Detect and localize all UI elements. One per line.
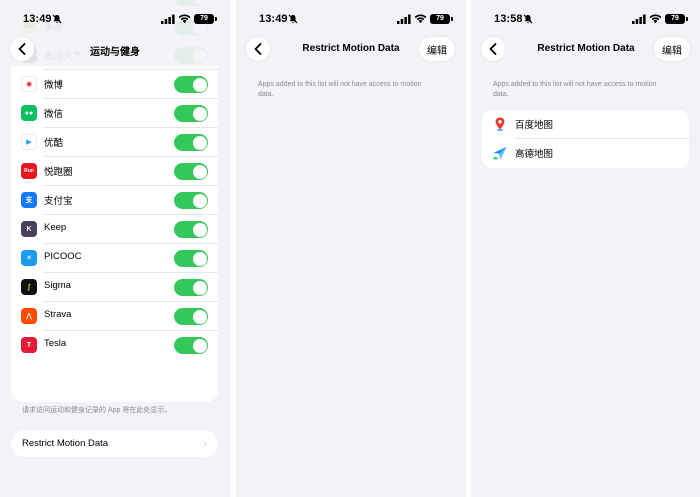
chevron-left-icon [254,43,262,55]
motion-access-toggle[interactable] [174,221,208,238]
strava-icon: ⋀ [21,308,37,324]
bell-muted-icon [523,14,533,24]
bell-muted-icon [288,14,298,24]
list-footnote: 请求访问运动和健身记录的 App 将在此处显示。 [22,407,172,414]
app-name: Tesla [44,338,67,349]
yuepaoquan-icon: Run [21,163,37,179]
motion-access-toggle[interactable] [174,192,208,209]
app-name: 微信 [44,109,64,120]
edit-button[interactable]: 编辑 [419,37,455,61]
restricted-app-list: 百度地图 高德地图 [482,110,689,168]
restrict-description: Apps added to this list will not have ac… [493,81,657,98]
motion-access-toggle[interactable] [174,337,208,354]
weibo-icon: ◉ [21,76,37,92]
app-name: Keep [44,222,67,233]
motion-access-toggle[interactable] [174,76,208,93]
motion-access-toggle[interactable] [174,308,208,325]
chevron-right-icon: › [203,438,207,449]
wifi-icon [649,14,662,24]
list-item: ▶ 优酷 [11,128,218,157]
list-item: T Tesla [11,331,218,360]
battery-tip [451,17,453,21]
status-bar: 13:49 79 [0,0,230,40]
list-item: ✕ PICOOC [11,244,218,273]
app-name: PICOOC [44,251,82,262]
app-name: 支付宝 [44,196,73,207]
page-title: Restrict Motion Data [537,43,635,54]
back-button[interactable] [481,37,505,61]
battery-tip [215,17,217,21]
cellular-signal-icon [161,14,175,24]
restrict-motion-list-screen: 13:58 79 Restrict Motion Data 编辑 Apps ad… [471,0,700,497]
app-name: 微博 [44,80,64,91]
wechat-icon: ●● [21,105,37,121]
edit-button[interactable]: 编辑 [654,37,690,61]
keep-icon: K [21,221,37,237]
baidu-maps-icon [492,116,508,132]
list-item: ●● 微信 [11,99,218,128]
restrict-motion-data-row[interactable]: Restrict Motion Data › [11,430,218,457]
chevron-left-icon [18,43,26,55]
wifi-icon [178,14,191,24]
motion-access-toggle[interactable] [174,134,208,151]
status-time: 13:49 [23,13,52,25]
restrict-motion-empty-screen: 13:49 79 Restrict Motion Data 编辑 Apps ad… [236,0,466,497]
list-item: ◉ 微博 [11,70,218,99]
list-item[interactable]: 高德地图 [482,139,689,168]
list-item: ⋀ Strava [11,302,218,331]
motion-access-toggle[interactable] [174,279,208,296]
motion-access-toggle[interactable] [174,163,208,180]
list-item[interactable]: 百度地图 [482,110,689,139]
battery-icon: 79 [194,14,214,24]
battery-icon: 79 [430,14,450,24]
list-item: ∫ Sigma [11,273,218,302]
page-title: Restrict Motion Data [302,43,400,54]
app-name: 悦跑圈 [44,167,73,178]
list-item: Run 悦跑圈 [11,157,218,186]
youku-icon: ▶ [21,134,37,150]
tesla-icon: T [21,337,37,353]
back-button[interactable] [10,37,34,61]
list-item: K Keep [11,215,218,244]
motion-access-toggle[interactable] [174,250,208,267]
chevron-left-icon [489,43,497,55]
status-time: 13:58 [494,13,523,25]
page-title: 运动与健身 [90,47,140,58]
motion-access-toggle[interactable] [174,105,208,122]
app-name: Sigma [44,280,71,291]
bell-muted-icon [52,14,62,24]
app-name: 高德地图 [515,149,554,160]
battery-icon: 79 [665,14,685,24]
cellular-signal-icon [632,14,646,24]
fitness-settings-screen: 美团美团●墨迹天气◉微博●●微信▶优酷Run悦跑圈支支付宝KKeep✕PICOO… [0,0,230,497]
wifi-icon [414,14,427,24]
status-bar: 13:49 79 [236,0,466,40]
restrict-description: Apps added to this list will not have ac… [258,81,422,98]
status-time: 13:49 [259,13,288,25]
back-button[interactable] [246,37,270,61]
app-name: 优酷 [44,138,64,149]
picooc-icon: ✕ [21,250,37,266]
app-name: 百度地图 [515,120,554,131]
alipay-icon: 支 [21,192,37,208]
cellular-signal-icon [397,14,411,24]
amap-icon [492,145,508,161]
list-item: 支支付宝 [11,186,218,215]
restrict-motion-data-label: Restrict Motion Data [22,438,109,449]
battery-tip [686,17,688,21]
sigma-icon: ∫ [21,279,37,295]
app-name: Strava [44,309,72,320]
status-bar: 13:58 79 [471,0,700,40]
